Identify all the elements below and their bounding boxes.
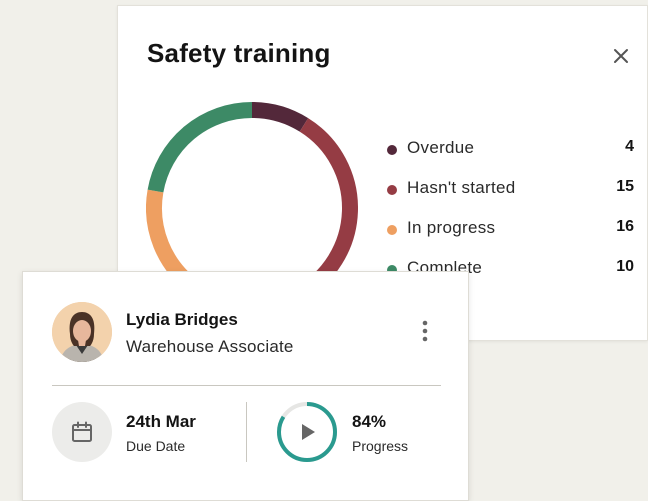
legend-value: 15 <box>616 178 634 195</box>
legend-dot <box>387 185 397 195</box>
legend-value: 4 <box>625 138 634 155</box>
legend-item-overdue: Overdue 4 <box>387 138 637 178</box>
legend-value: 16 <box>616 218 634 235</box>
close-button[interactable] <box>607 42 635 70</box>
employee-name: Lydia Bridges <box>126 310 238 329</box>
progress-value: 84% <box>352 412 387 431</box>
calendar-icon <box>72 421 92 442</box>
legend-item-in-progress: In progress 16 <box>387 218 637 258</box>
more-vertical-icon <box>422 320 428 342</box>
due-date-icon-badge <box>52 402 112 462</box>
legend-label: In progress <box>407 218 496 237</box>
due-date-label: Due Date <box>126 438 186 454</box>
donut-segment-complete <box>147 102 253 193</box>
vertical-divider <box>246 402 247 462</box>
legend-label: Overdue <box>407 138 475 157</box>
employee-role: Warehouse Associate <box>126 337 294 356</box>
legend-item-hasnt-started: Hasn't started 15 <box>387 178 637 218</box>
due-date-value: 24th Mar <box>126 412 196 431</box>
legend-value: 10 <box>616 258 634 275</box>
more-options-button[interactable] <box>417 318 433 344</box>
legend-label: Hasn't started <box>407 178 516 197</box>
card-title: Safety training <box>147 38 331 68</box>
progress-label: Progress <box>352 438 409 454</box>
donut-segment-hasn-t-started <box>294 118 358 302</box>
employee-training-card[interactable]: Lydia Bridges Warehouse Associate 24th M… <box>22 271 469 501</box>
play-icon <box>302 424 315 440</box>
donut-segment-overdue <box>251 102 309 132</box>
legend-dot <box>387 225 397 235</box>
close-icon <box>614 49 628 63</box>
legend-dot <box>387 145 397 155</box>
divider <box>52 385 441 386</box>
progress-play-button[interactable] <box>275 400 339 464</box>
person-photo <box>52 302 112 362</box>
avatar <box>52 302 112 362</box>
